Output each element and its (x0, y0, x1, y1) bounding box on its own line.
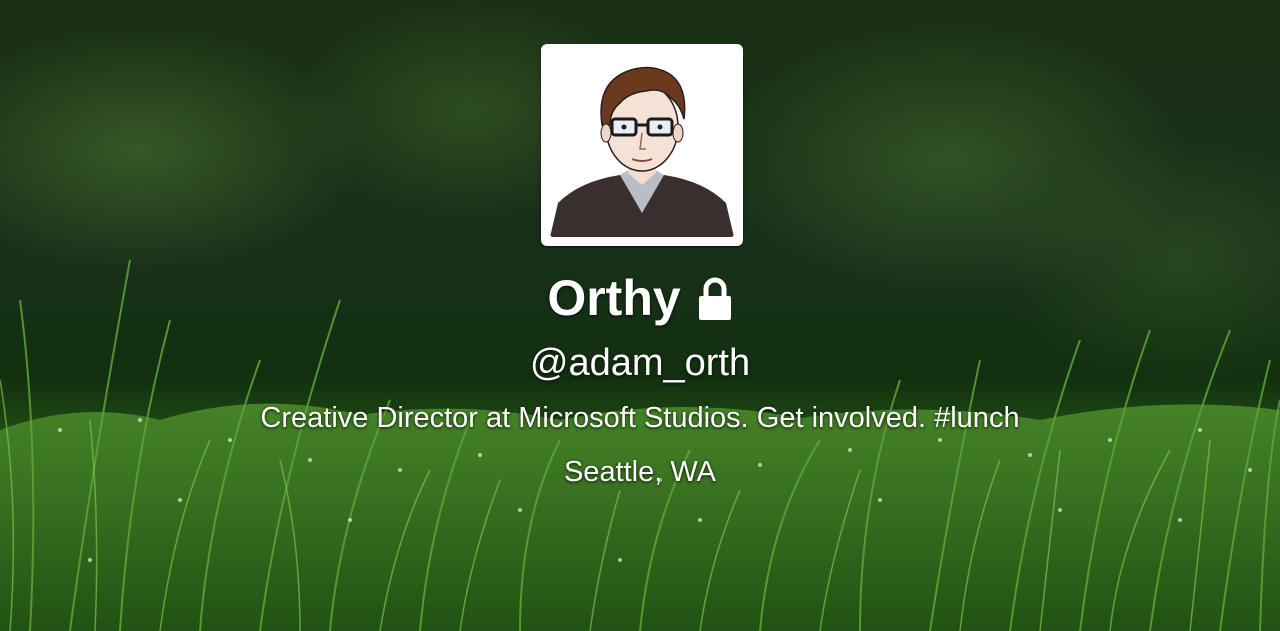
avatar-illustration (550, 53, 734, 237)
profile-bio: Creative Director at Microsoft Studios. … (0, 398, 1280, 438)
lock-icon (697, 275, 733, 321)
profile-location: Seattle, WA (563, 456, 717, 488)
profile-avatar[interactable] (541, 44, 743, 246)
display-name: Orthy (547, 270, 681, 326)
bio-hashtag-link[interactable]: #lunch (934, 402, 1019, 434)
profile-handle: @adam_orth (529, 342, 751, 384)
bio-text: Creative Director at Microsoft Studios. … (260, 402, 935, 434)
profile-header: Orthy @adam_orth Creative Director at Mi… (0, 0, 1280, 631)
profile-name-row: Orthy (0, 268, 1280, 328)
